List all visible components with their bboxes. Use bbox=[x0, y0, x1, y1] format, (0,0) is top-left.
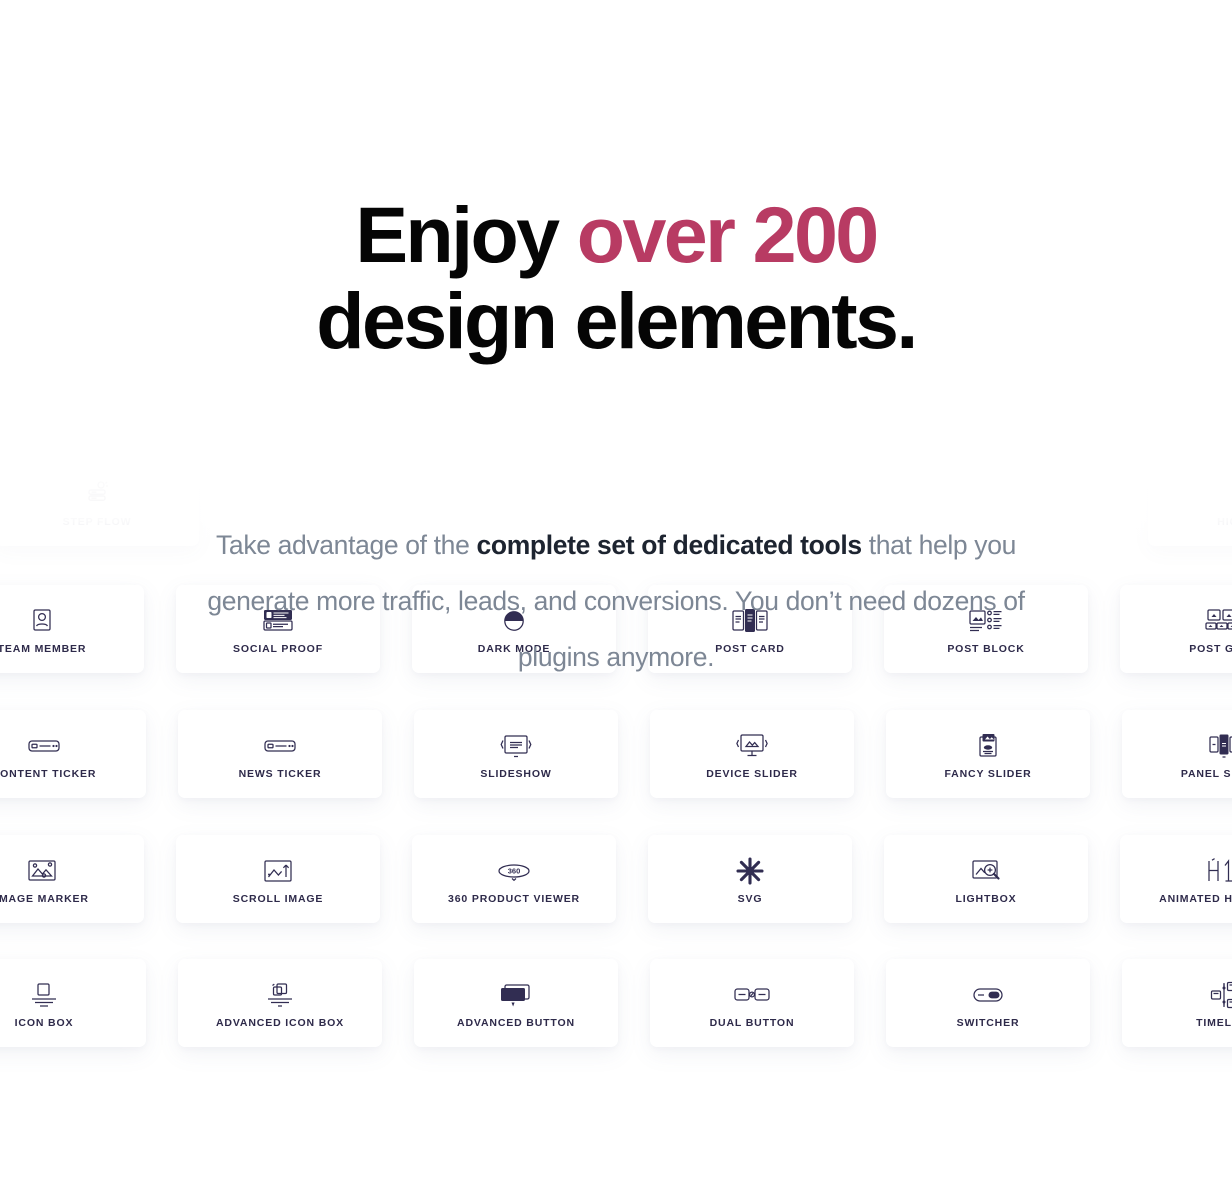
subhead-part1: Take advantage of the bbox=[216, 530, 477, 560]
element-card-label: NEWS TICKER bbox=[238, 767, 322, 780]
element-card[interactable]: DEVICE SLIDER bbox=[650, 710, 854, 798]
element-card-label: DUAL BUTTON bbox=[709, 1016, 795, 1029]
advanced-button-icon bbox=[498, 978, 534, 1012]
element-card-label: 360 PRODUCT VIEWER bbox=[448, 892, 580, 905]
element-card[interactable]: ADVANCED ICON BOX bbox=[178, 959, 382, 1047]
element-card[interactable]: SVG bbox=[648, 835, 852, 923]
element-card[interactable]: PANEL SLIDER bbox=[1122, 710, 1232, 798]
element-card[interactable]: ICON BOX bbox=[0, 959, 146, 1047]
element-card-label: FANCY SLIDER bbox=[944, 767, 1032, 780]
element-card-label: SVG bbox=[737, 892, 763, 905]
scroll-image-icon bbox=[262, 854, 294, 888]
element-card[interactable]: SCROLL IMAGE bbox=[176, 835, 380, 923]
headline-part1: Enjoy bbox=[355, 190, 577, 279]
page-title: Enjoy over 200 design elements. bbox=[0, 116, 1232, 439]
lightbox-icon bbox=[970, 854, 1002, 888]
advanced-icon-box-icon bbox=[264, 978, 296, 1012]
element-card-label: ICON BOX bbox=[14, 1016, 74, 1029]
headline-line2: design elements. bbox=[316, 276, 918, 365]
dual-button-icon bbox=[733, 978, 771, 1012]
headline-accent: over 200 bbox=[576, 190, 879, 279]
element-card[interactable]: 360 360 PRODUCT VIEWER bbox=[412, 835, 616, 923]
element-card[interactable]: LIGHTBOX bbox=[884, 835, 1088, 923]
element-card-label: IMAGE MARKER bbox=[0, 892, 89, 905]
element-card-label: DEVICE SLIDER bbox=[706, 767, 798, 780]
element-card-label: PANEL SLIDER bbox=[1180, 767, 1232, 780]
element-card-label: ADVANCED ICON BOX bbox=[215, 1016, 344, 1029]
element-card[interactable]: TIMELINE bbox=[1122, 959, 1232, 1047]
page-root: STEP FLOWHIGHLIGHTTEAM MEMBERSOCIAL PROO… bbox=[0, 0, 1232, 1192]
element-card-label: SLIDESHOW bbox=[480, 767, 552, 780]
element-card[interactable]: IMAGE MARKER bbox=[0, 835, 144, 923]
element-card[interactable]: ANIMATED HEADLINE bbox=[1120, 835, 1232, 923]
element-card[interactable]: SWITCHER bbox=[886, 959, 1090, 1047]
switcher-icon bbox=[971, 978, 1005, 1012]
slideshow-icon bbox=[499, 729, 533, 763]
hero-subheading: Take advantage of the complete set of de… bbox=[186, 439, 1046, 685]
element-card[interactable]: FANCY SLIDER bbox=[886, 710, 1090, 798]
image-marker-icon bbox=[25, 854, 59, 888]
svg-icon bbox=[735, 854, 765, 888]
product-viewer-360-icon: 360 bbox=[494, 854, 534, 888]
content-ticker-icon bbox=[27, 729, 61, 763]
element-card[interactable]: SLIDESHOW bbox=[414, 710, 618, 798]
animated-headline-icon bbox=[1202, 854, 1232, 888]
element-card[interactable]: ADVANCED BUTTON bbox=[414, 959, 618, 1047]
element-card-label: TIMELINE bbox=[1196, 1016, 1232, 1029]
element-card-label: CONTENT TICKER bbox=[0, 767, 97, 780]
element-card[interactable]: DUAL BUTTON bbox=[650, 959, 854, 1047]
element-card-label: ANIMATED HEADLINE bbox=[1159, 892, 1232, 905]
element-card-label: SCROLL IMAGE bbox=[232, 892, 324, 905]
panel-slider-icon bbox=[1207, 729, 1232, 763]
icon-box-icon bbox=[28, 978, 60, 1012]
svg-text:360: 360 bbox=[508, 866, 521, 875]
element-card[interactable]: NEWS TICKER bbox=[178, 710, 382, 798]
hero-section: Enjoy over 200 design elements. Take adv… bbox=[0, 0, 1232, 685]
device-slider-icon bbox=[735, 729, 769, 763]
element-card-label: LIGHTBOX bbox=[955, 892, 1017, 905]
element-card[interactable]: CONTENT TICKER bbox=[0, 710, 146, 798]
element-card-label: ADVANCED BUTTON bbox=[457, 1016, 575, 1029]
subhead-emphasis: complete set of dedicated tools bbox=[476, 530, 862, 560]
news-ticker-icon bbox=[263, 729, 297, 763]
fancy-slider-icon bbox=[973, 729, 1003, 763]
timeline-icon bbox=[1208, 978, 1232, 1012]
element-card-label: SWITCHER bbox=[956, 1016, 1020, 1029]
